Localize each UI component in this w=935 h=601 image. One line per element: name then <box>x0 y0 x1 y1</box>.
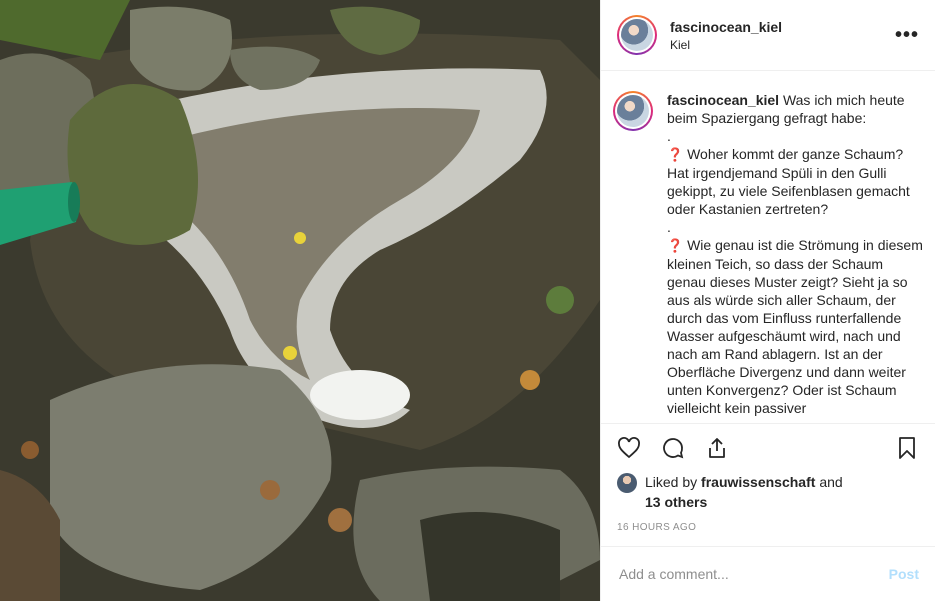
pond-foam-photo <box>0 0 600 601</box>
bookmark-icon[interactable] <box>895 436 919 460</box>
comment-icon[interactable] <box>661 436 685 460</box>
question-mark-icon: ❓ <box>667 147 684 163</box>
question-mark-icon: ❓ <box>667 238 684 254</box>
post-button[interactable]: Post <box>889 566 919 582</box>
caption-question-1: ❓ Woher kommt der ganze Schaum? Hat irge… <box>667 145 923 218</box>
instagram-post: fascinocean_kiel Kiel ••• fascinocean_ki… <box>0 0 935 601</box>
likes-prefix: Liked by <box>645 474 698 491</box>
post-photo[interactable] <box>0 0 600 601</box>
likes-row: Liked by frauwissenschaft and 13 others <box>601 472 935 516</box>
caption-dot: . <box>667 128 671 145</box>
caption-dot: . <box>667 219 671 236</box>
post-sidebar: fascinocean_kiel Kiel ••• fascinocean_ki… <box>600 0 935 601</box>
more-horizontal-icon[interactable]: ••• <box>895 24 919 47</box>
post-header: fascinocean_kiel Kiel ••• <box>601 0 935 72</box>
liker-username[interactable]: frauwissenschaft <box>701 474 815 490</box>
question-1-text: Woher kommt der ganze Schaum? Hat irgend… <box>667 146 910 218</box>
share-icon[interactable] <box>705 436 729 460</box>
caption-username[interactable]: fascinocean_kiel <box>667 92 779 108</box>
likes-text: Liked by frauwissenschaft and 13 others <box>645 472 843 512</box>
avatar-border <box>615 93 651 130</box>
likes-and: and <box>819 474 843 491</box>
post-timestamp[interactable]: 16 HOURS AGO <box>601 516 935 546</box>
avatar-border <box>619 17 655 54</box>
caption-text: fascinocean_kiel Was ich mich heute beim… <box>667 91 923 422</box>
avatar-image <box>621 19 653 52</box>
header-text: fascinocean_kiel Kiel <box>670 19 895 52</box>
comment-input[interactable] <box>617 564 889 583</box>
liker-avatar[interactable] <box>617 473 637 494</box>
comment-bar: Post <box>601 545 935 601</box>
header-location[interactable]: Kiel <box>670 38 895 52</box>
header-avatar[interactable] <box>617 15 657 56</box>
likes-others-link[interactable]: 13 others <box>645 494 707 510</box>
action-bar <box>601 422 935 473</box>
caption: fascinocean_kiel Was ich mich heute beim… <box>601 71 935 422</box>
caption-avatar[interactable] <box>613 91 653 132</box>
caption-intro: fascinocean_kiel Was ich mich heute beim… <box>667 91 923 127</box>
caption-question-2: ❓ Wie genau ist die Strömung in diesem k… <box>667 236 923 417</box>
header-username[interactable]: fascinocean_kiel <box>670 19 895 35</box>
heart-icon[interactable] <box>617 436 641 460</box>
question-2-text: Wie genau ist die Strömung in diesem kle… <box>667 237 923 417</box>
avatar-image <box>617 95 649 128</box>
